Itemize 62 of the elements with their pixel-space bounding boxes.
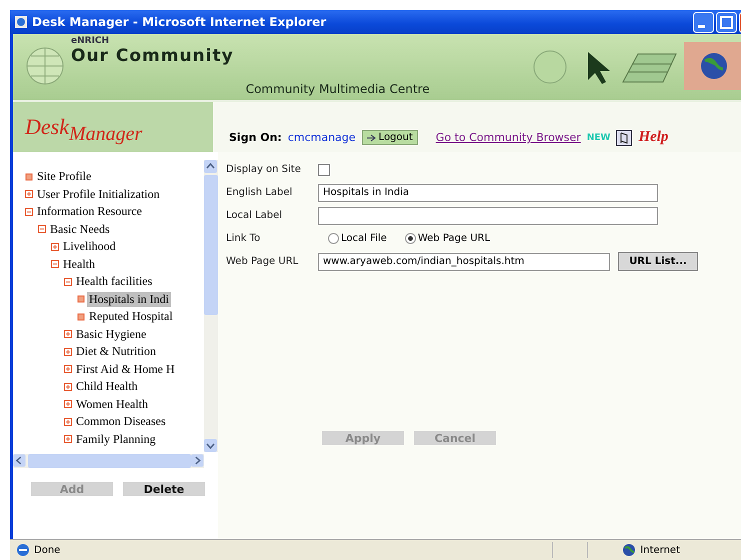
minimize-icon <box>693 12 714 32</box>
url-list-button[interactable]: URL List... <box>618 252 698 271</box>
globe-icon <box>699 51 729 81</box>
tree-item[interactable]: Women Health <box>74 396 150 412</box>
globe-icon <box>25 46 65 86</box>
field-label: Web Page URL <box>226 256 300 267</box>
radio-label: Web Page URL <box>418 233 490 244</box>
text-field[interactable]: www.aryaweb.com/indian_hospitals.htm <box>318 252 610 270</box>
help-link[interactable]: Help <box>638 129 668 146</box>
tree-item[interactable]: Family Planning <box>74 432 158 447</box>
text-field[interactable] <box>318 206 658 224</box>
scroll-left-icon <box>13 454 26 467</box>
brand-label: eNRICH <box>71 36 110 46</box>
field-label: Local Label <box>226 210 284 221</box>
field-label: English Label <box>226 187 294 198</box>
book-icon <box>616 130 632 146</box>
scroll-thumb[interactable] <box>204 175 218 315</box>
arrow-icon <box>366 134 377 142</box>
desk-manager-logo: DeskManager <box>13 102 213 152</box>
tree-item[interactable]: Hospitals in Indi <box>87 292 171 307</box>
browser-icon <box>14 15 28 29</box>
scroll-up-icon <box>204 160 217 173</box>
tree-item[interactable]: Diet & Nutrition <box>74 344 158 360</box>
username: cmcmanage <box>288 131 356 144</box>
new-label: NEW <box>586 132 610 142</box>
leaf-icon <box>25 172 33 181</box>
scroll-down-icon <box>204 439 217 452</box>
tree-item[interactable]: Information Resource <box>35 204 144 220</box>
maximize-icon <box>716 12 737 32</box>
window-title: Desk Manager - Microsoft Internet Explorer <box>32 15 328 29</box>
tree-item[interactable]: Site Profile <box>35 169 94 184</box>
tree-item[interactable]: Health facilities <box>74 274 154 290</box>
leaf-icon <box>77 312 85 321</box>
tree-item[interactable]: Health <box>61 256 97 272</box>
site-title: Our Community <box>71 46 234 66</box>
field-label: Link To <box>226 233 262 244</box>
checkbox[interactable] <box>318 164 330 176</box>
radio-button[interactable] <box>404 233 416 244</box>
globe-icon <box>622 543 636 557</box>
tree-item[interactable]: Livelihood <box>61 239 118 254</box>
tree-item[interactable]: Common Diseases <box>74 414 168 430</box>
tree-item[interactable]: Reputed Hospital <box>87 309 175 324</box>
tree-item[interactable]: User Profile Initialization <box>35 186 162 202</box>
community-browser-link[interactable]: Go to Community Browser <box>436 131 581 144</box>
leaf-icon <box>77 295 85 304</box>
scroll-right-icon <box>191 454 204 467</box>
tree-item[interactable]: Basic Hygiene <box>74 326 148 342</box>
vertical-scrollbar[interactable] <box>204 160 218 452</box>
radio-label: Local File <box>341 233 387 244</box>
site-subtitle: Community Multimedia Centre <box>246 82 430 96</box>
tree-item[interactable]: Basic Needs <box>48 222 112 237</box>
sign-on-label: Sign On: <box>229 131 282 144</box>
browser-icon <box>16 543 30 557</box>
tree-item[interactable]: Child Health <box>74 379 140 394</box>
logout-button[interactable]: Logout <box>362 130 418 145</box>
delete-button[interactable]: Delete <box>123 482 205 496</box>
text-field[interactable]: Hospitals in India <box>318 184 658 202</box>
tree-item[interactable]: First Aid & Home H <box>74 362 177 377</box>
status-text: Done <box>34 544 60 556</box>
zone-text: Internet <box>640 544 680 556</box>
radio-button[interactable] <box>328 233 339 244</box>
field-label: Display on Site <box>226 164 302 175</box>
